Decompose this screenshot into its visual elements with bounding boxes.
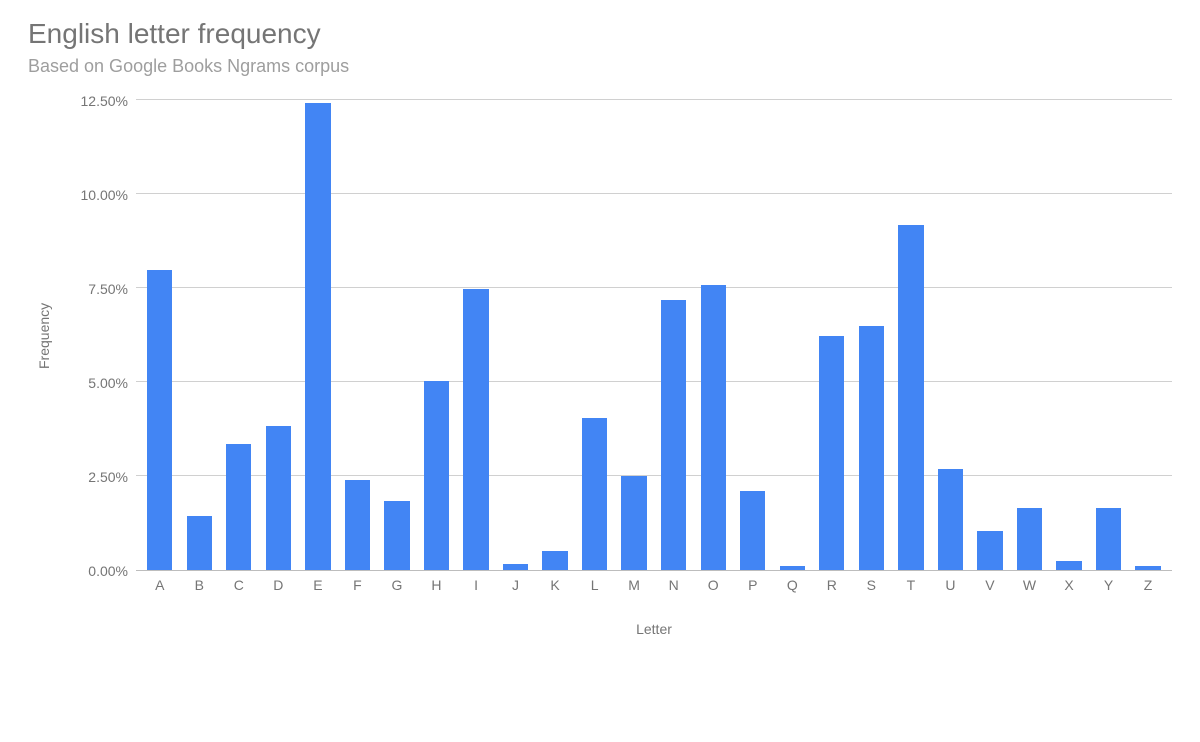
x-tick-label: I: [456, 577, 496, 593]
bar-slot: [693, 101, 733, 570]
bar-slot: [298, 101, 338, 570]
bar-slot: [338, 101, 378, 570]
x-tick-label: H: [417, 577, 457, 593]
bar-slot: [773, 101, 813, 570]
bar-slot: [812, 101, 852, 570]
y-tick-label: 10.00%: [81, 187, 128, 203]
x-tick-label: L: [575, 577, 615, 593]
x-tick-label: T: [891, 577, 931, 593]
x-tick-label: U: [931, 577, 971, 593]
bar-slot: [733, 101, 773, 570]
x-tick-label: X: [1049, 577, 1089, 593]
bar-slot: [259, 101, 299, 570]
bar-l: [582, 418, 607, 570]
bar-z: [1135, 566, 1160, 570]
x-tick-label: W: [1010, 577, 1050, 593]
bar-r: [819, 336, 844, 571]
bar-a: [147, 270, 172, 570]
bar-c: [226, 444, 251, 570]
chart-title: English letter frequency: [28, 18, 1172, 50]
bar-slot: [852, 101, 892, 570]
plot-region: [136, 101, 1172, 571]
chart-subtitle: Based on Google Books Ngrams corpus: [28, 56, 1172, 77]
bar-m: [621, 476, 646, 570]
x-tick-label: B: [180, 577, 220, 593]
x-tick-label: N: [654, 577, 694, 593]
x-tick-label: K: [535, 577, 575, 593]
bar-slot: [1010, 101, 1050, 570]
bar-i: [463, 289, 488, 570]
bar-b: [187, 516, 212, 570]
bar-slot: [535, 101, 575, 570]
x-tick-label: E: [298, 577, 338, 593]
bar-e: [305, 103, 330, 570]
bar-slot: [654, 101, 694, 570]
bar-slot: [180, 101, 220, 570]
bar-h: [424, 381, 449, 570]
y-tick-label: 5.00%: [88, 375, 128, 391]
bar-slot: [1128, 101, 1168, 570]
chart-area: Frequency 0.00%2.50%5.00%7.50%10.00%12.5…: [28, 101, 1172, 681]
y-tick-label: 7.50%: [88, 281, 128, 297]
bar-q: [780, 566, 805, 570]
y-axis-ticks: 0.00%2.50%5.00%7.50%10.00%12.50%: [56, 101, 136, 571]
bar-slot: [219, 101, 259, 570]
x-tick-label: A: [140, 577, 180, 593]
x-tick-label: J: [496, 577, 536, 593]
bars-container: [136, 101, 1172, 570]
bar-n: [661, 300, 686, 570]
bar-slot: [575, 101, 615, 570]
bar-f: [345, 480, 370, 570]
bar-k: [542, 551, 567, 570]
bar-j: [503, 564, 528, 570]
bar-x: [1056, 561, 1081, 570]
x-tick-label: P: [733, 577, 773, 593]
bar-t: [898, 225, 923, 570]
bar-slot: [931, 101, 971, 570]
bar-u: [938, 469, 963, 570]
bar-w: [1017, 508, 1042, 570]
bar-slot: [970, 101, 1010, 570]
x-tick-label: Q: [773, 577, 813, 593]
gridline: [136, 99, 1172, 100]
y-tick-label: 2.50%: [88, 469, 128, 485]
bar-d: [266, 426, 291, 570]
x-tick-label: Z: [1128, 577, 1168, 593]
y-axis-label: Frequency: [28, 101, 56, 571]
x-tick-label: M: [614, 577, 654, 593]
bar-slot: [891, 101, 931, 570]
x-tick-label: C: [219, 577, 259, 593]
bar-slot: [614, 101, 654, 570]
x-axis-label: Letter: [136, 621, 1172, 637]
x-tick-label: O: [693, 577, 733, 593]
bar-v: [977, 531, 1002, 570]
y-tick-label: 12.50%: [81, 93, 128, 109]
bar-slot: [417, 101, 457, 570]
x-tick-label: S: [852, 577, 892, 593]
x-tick-label: G: [377, 577, 417, 593]
x-tick-label: D: [259, 577, 299, 593]
bar-g: [384, 501, 409, 570]
bar-p: [740, 491, 765, 570]
x-tick-label: Y: [1089, 577, 1129, 593]
bar-y: [1096, 508, 1121, 570]
bar-slot: [140, 101, 180, 570]
x-tick-label: V: [970, 577, 1010, 593]
y-tick-label: 0.00%: [88, 563, 128, 579]
bar-slot: [1049, 101, 1089, 570]
x-tick-label: F: [338, 577, 378, 593]
bar-s: [859, 326, 884, 570]
bar-slot: [377, 101, 417, 570]
bar-slot: [456, 101, 496, 570]
x-tick-label: R: [812, 577, 852, 593]
bar-o: [701, 285, 726, 570]
bar-slot: [1089, 101, 1129, 570]
x-axis-ticks: ABCDEFGHIJKLMNOPQRSTUVWXYZ: [136, 571, 1172, 593]
bar-slot: [496, 101, 536, 570]
